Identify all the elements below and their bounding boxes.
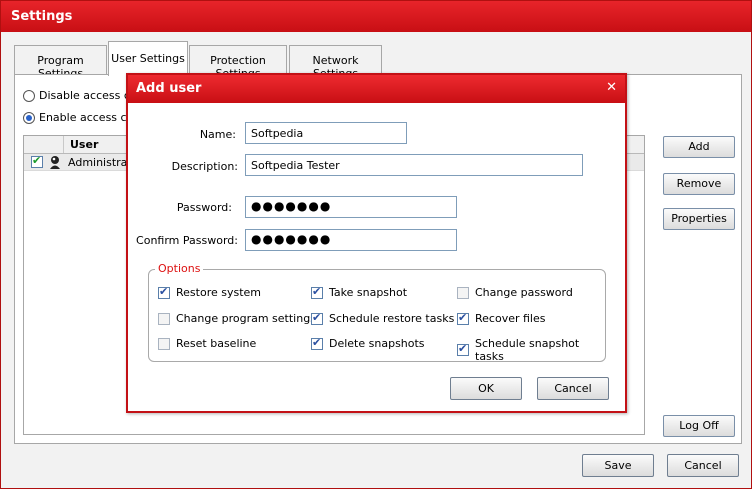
add-button[interactable]: Add [663,136,735,158]
option-delete-snapshots[interactable]: Delete snapshots [311,336,425,350]
enable-access-option[interactable]: Enable access co [23,111,133,124]
user-name: Administrat [68,155,132,169]
dialog-cancel-button[interactable]: Cancel [537,377,609,400]
tab-protection-settings[interactable]: Protection Settings [189,45,287,80]
name-field[interactable]: Softpedia [245,122,407,144]
restore-system-checkbox[interactable] [158,285,170,299]
disable-access-radio[interactable] [23,89,35,102]
password-label: Password: [176,201,232,214]
tab-program-settings[interactable]: Program Settings [14,45,107,80]
take-snapshot-checkbox[interactable] [311,285,323,299]
recover-files-checkbox[interactable] [457,311,469,325]
option-restore-system[interactable]: Restore system [158,285,261,299]
option-recover-files[interactable]: Recover files [457,311,545,325]
option-schedule-restore-tasks[interactable]: Schedule restore tasks [311,311,454,325]
dialog-titlebar: Add user ✕ [128,75,625,103]
option-schedule-snapshot-tasks[interactable]: Schedule snapshot tasks [457,337,605,363]
confirm-password-label: Confirm Password: [136,234,238,247]
options-group: Options Restore system Take snapshot Cha… [148,262,606,363]
option-take-snapshot[interactable]: Take snapshot [311,285,407,299]
window-title: Settings [11,9,73,24]
main-titlebar: Settings [1,1,751,32]
dialog-title: Add user [136,81,202,96]
option-change-program-settings[interactable]: Change program settings [158,312,316,325]
user-icon [48,155,62,169]
ok-button[interactable]: OK [450,377,522,400]
change-program-settings-checkbox[interactable] [158,312,170,325]
tab-network-settings[interactable]: Network Settings [289,45,382,80]
change-password-checkbox[interactable] [457,286,469,299]
user-enabled-checkbox[interactable] [31,154,43,168]
disable-access-option[interactable]: Disable access co [23,89,137,102]
save-button[interactable]: Save [582,454,654,477]
remove-button[interactable]: Remove [663,173,735,195]
schedule-snapshot-tasks-checkbox[interactable] [457,342,469,356]
log-off-button[interactable]: Log Off [663,415,735,437]
cancel-button[interactable]: Cancel [667,454,739,477]
option-reset-baseline[interactable]: Reset baseline [158,337,256,350]
option-change-password[interactable]: Change password [457,286,573,299]
delete-snapshots-checkbox[interactable] [311,336,323,350]
description-label: Description: [171,160,238,173]
add-user-dialog: Add user ✕ Name: Softpedia Description: … [126,73,627,413]
options-legend: Options [155,262,204,275]
column-header-user[interactable]: User [64,136,104,153]
confirm-password-field[interactable]: ●●●●●●● [245,229,457,251]
description-field[interactable]: Softpedia Tester [245,154,583,176]
schedule-restore-tasks-checkbox[interactable] [311,311,323,325]
tab-user-settings[interactable]: User Settings [108,41,188,76]
password-field[interactable]: ●●●●●●● [245,196,457,218]
name-label: Name: [199,128,236,141]
properties-button[interactable]: Properties [663,208,735,230]
reset-baseline-checkbox[interactable] [158,337,170,350]
enable-access-radio[interactable] [23,111,35,124]
close-icon[interactable]: ✕ [606,80,617,95]
